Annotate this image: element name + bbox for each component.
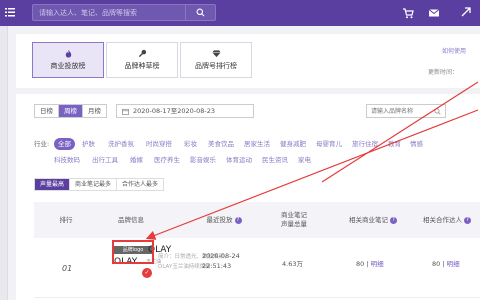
search-button[interactable] (185, 5, 215, 20)
industry-health[interactable]: 医疗养生 (154, 154, 180, 166)
brand-search-input[interactable] (367, 105, 431, 117)
global-search (32, 4, 216, 21)
col-volume-line1: 商业笔记 (281, 211, 307, 219)
help-icon[interactable]: ? (234, 216, 242, 224)
verified-badge-icon: ✓ (142, 268, 152, 278)
search-icon (196, 8, 205, 17)
date-range-text: 2020-08-17至2020-08-23 (133, 107, 216, 115)
industry-fitness[interactable]: 健身减肥 (280, 138, 306, 150)
col-recent: 最近投放? (194, 202, 254, 238)
rank-sort-tabs: 声量最高 商业笔记最多 合作达人最多 (34, 178, 165, 191)
period-weekly[interactable]: 周榜 (59, 105, 83, 117)
biz-notes-value: 80 | 明细 (356, 260, 384, 268)
col-biz-notes: 相关商业笔记? (338, 202, 408, 238)
ranking-panel: 日榜 周榜 月榜 2020-08-17至2020-08-23 行业: 全部 护肤… (16, 94, 480, 300)
industry-row-1: 行业: 全部 护肤 洗护香氛 时尚穿搭 彩妆 美食饮品 居家生活 健身减肥 母婴… (34, 138, 480, 150)
period-daily[interactable]: 日榜 (35, 105, 59, 117)
industry-label: 行业: (34, 140, 50, 148)
cart-icon[interactable] (402, 7, 414, 19)
industry-parenting[interactable]: 母婴育儿 (316, 138, 342, 150)
industry-appliances[interactable]: 家电 (298, 154, 311, 166)
search-icon[interactable] (434, 108, 441, 115)
industry-tech[interactable]: 科技数码 (54, 154, 80, 166)
left-sidebar (0, 26, 8, 300)
biz-notes-count: 80 (356, 260, 365, 268)
industry-fashion[interactable]: 时尚穿搭 (146, 138, 172, 150)
flame-icon (65, 49, 71, 58)
rank-tab-notes[interactable]: 商业笔记最多 (70, 179, 118, 190)
mail-icon[interactable] (428, 7, 440, 19)
industry-transport[interactable]: 出行工具 (92, 154, 118, 166)
top-bar (0, 0, 480, 26)
menu-icon[interactable] (4, 6, 16, 18)
biz-creators-count: 80 (432, 260, 441, 268)
col-rank: 排行 (59, 215, 73, 224)
annotation-highlight-box (112, 240, 154, 264)
brand-search (366, 104, 446, 118)
table-header: 排行 品牌信息 最近投放? 商业笔记 声量总量 相关商业笔记? 相关合作达人? (34, 202, 480, 238)
industry-all[interactable]: 全部 (54, 138, 75, 150)
update-time-label: 更新时间： (428, 69, 459, 76)
col-biz-notes-label: 相关商业笔记 (349, 215, 388, 224)
industry-haircare-fragrance[interactable]: 洗护香氛 (108, 138, 134, 150)
help-icon[interactable]: ? (390, 216, 397, 224)
biz-creators-value: 80 | 明细 (432, 260, 460, 268)
recent-date: 2020-08-24 (202, 252, 240, 260)
rank-tab-volume[interactable]: 声量最高 (35, 179, 71, 190)
col-brand: 品牌信息 (118, 215, 144, 224)
row-rank: 01 (62, 264, 73, 273)
arrow-icon[interactable] (460, 6, 472, 18)
industry-entertainment[interactable]: 影音娱乐 (190, 154, 216, 166)
help-icon[interactable]: ? (464, 216, 471, 224)
tab-brand-seeding[interactable]: 品牌种草榜 (106, 42, 178, 78)
search-input[interactable] (39, 7, 179, 19)
industry-travel[interactable]: 旅行住宿 (352, 138, 378, 150)
biz-creators-detail-link[interactable]: 明细 (447, 260, 460, 268)
table-row[interactable]: 01 品牌logo OLAY OLAY 玉兰油 ✓ 简介：日常透光、美肤焕颜， … (34, 238, 480, 298)
microphone-icon (138, 49, 146, 58)
volume-value: 4.63万 (282, 260, 303, 268)
ranking-type-tabs: 商业投放榜 品牌种草榜 品牌号排行榜 如何使用 更新时间： (16, 34, 480, 88)
col-biz-creators-label: 相关合作达人 (423, 215, 462, 224)
industry-sports[interactable]: 体育运动 (226, 154, 252, 166)
industry-wedding[interactable]: 婚嫁 (130, 154, 143, 166)
industry-row-2: 科技数码 出行工具 婚嫁 医疗养生 影音娱乐 体育运动 民生资讯 家电 (34, 154, 480, 166)
period-toggle: 日榜 周榜 月榜 (34, 104, 107, 118)
tab-brand-account-ranking[interactable]: 品牌号排行榜 (180, 42, 252, 78)
diamond-icon (211, 50, 221, 58)
col-biz-creators: 相关合作达人? (414, 202, 480, 238)
industry-home[interactable]: 居家生活 (244, 138, 270, 150)
date-range-picker[interactable]: 2020-08-17至2020-08-23 (116, 104, 254, 118)
tab-label: 品牌种草榜 (124, 62, 160, 70)
industry-news[interactable]: 民生资讯 (262, 154, 288, 166)
biz-notes-detail-link[interactable]: 明细 (371, 260, 384, 268)
industry-food[interactable]: 美食饮品 (208, 138, 234, 150)
period-monthly[interactable]: 月榜 (83, 105, 106, 117)
tab-label: 商业投放榜 (50, 62, 86, 70)
how-to-use-link[interactable]: 如何使用 (442, 46, 466, 55)
calendar-icon (122, 108, 129, 115)
tab-business-placement[interactable]: 商业投放榜 (32, 42, 104, 78)
industry-makeup[interactable]: 彩妆 (184, 138, 197, 150)
industry-emotion[interactable]: 情感 (410, 138, 423, 150)
col-recent-label: 最近投放 (206, 215, 233, 224)
tab-label: 品牌号排行榜 (195, 62, 237, 70)
industry-skincare[interactable]: 护肤 (82, 138, 95, 150)
industry-education[interactable]: 教育 (388, 138, 401, 150)
col-volume-line2: 声量总量 (281, 220, 307, 228)
recent-time: 22:51:43 (202, 262, 232, 270)
col-volume: 商业笔记 声量总量 (266, 202, 322, 238)
rank-tab-creators[interactable]: 合作达人最多 (117, 179, 163, 190)
